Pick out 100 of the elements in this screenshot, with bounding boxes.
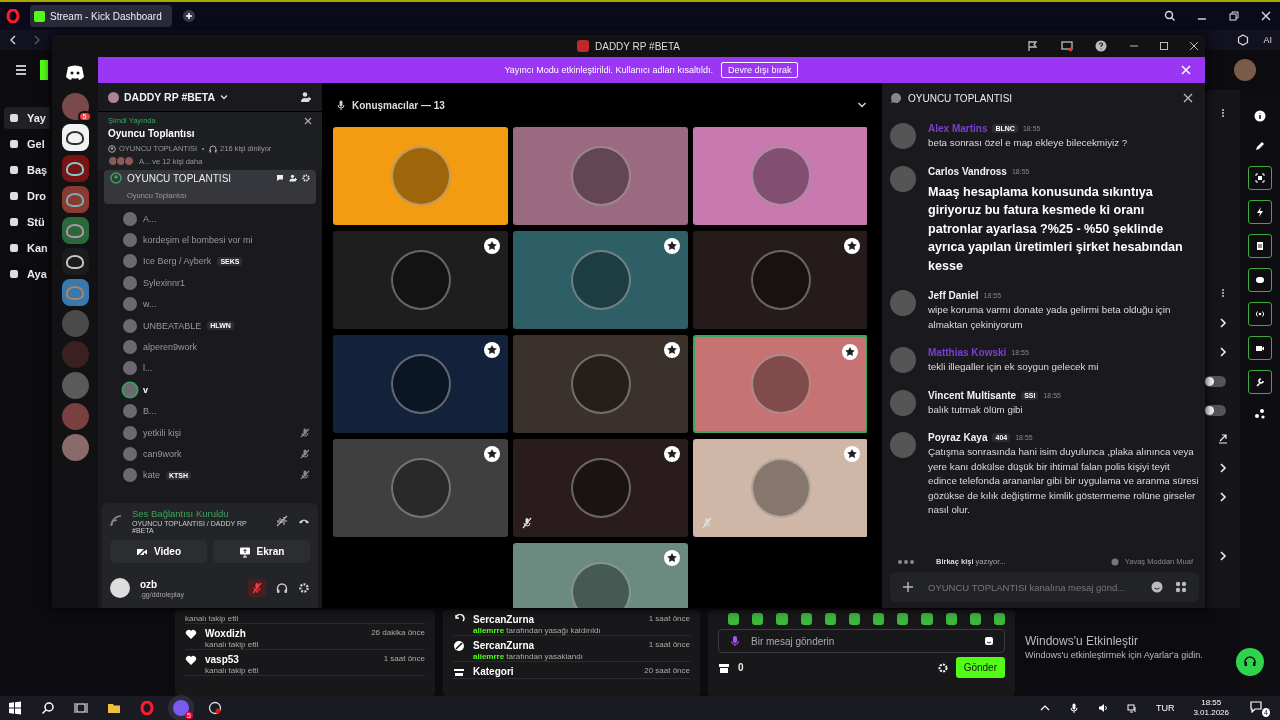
speaker-tile[interactable]	[513, 231, 688, 329]
help-icon[interactable]	[1095, 40, 1107, 52]
member-name[interactable]: kate	[143, 470, 160, 481]
add-user-icon[interactable]	[289, 174, 297, 182]
back-icon[interactable]	[8, 35, 18, 45]
member-avatar[interactable]	[123, 318, 137, 333]
server-icon[interactable]	[61, 186, 89, 213]
lightning-button[interactable]	[1248, 200, 1272, 224]
member-avatar[interactable]	[123, 211, 137, 226]
profile-avatar[interactable]	[1234, 59, 1256, 81]
server-icon[interactable]	[61, 248, 89, 275]
search-icon[interactable]	[41, 701, 55, 715]
server-icon[interactable]	[61, 279, 89, 306]
speaker-tile[interactable]	[333, 439, 508, 537]
speaker-tile[interactable]	[333, 231, 508, 329]
browser-tab[interactable]: Stream - Kick Dashboard	[30, 5, 172, 27]
speaker-tile[interactable]	[693, 335, 867, 433]
message-author[interactable]: Poyraz Kaya	[928, 432, 988, 443]
server-name[interactable]: DADDY RP #BETA	[124, 91, 216, 103]
member-avatar[interactable]	[123, 254, 137, 269]
speaker-tile[interactable]	[513, 335, 688, 433]
member-name[interactable]: UNBEATABLE	[143, 320, 202, 331]
clock-time[interactable]: 18:55	[1201, 698, 1222, 708]
server-icon[interactable]	[61, 217, 89, 244]
emote-icon[interactable]	[921, 613, 933, 625]
sidebar-item[interactable]: Kan	[4, 237, 50, 259]
speaker-tile[interactable]	[333, 335, 508, 433]
emote-icon[interactable]	[848, 613, 861, 625]
gauge-icon[interactable]	[208, 701, 222, 715]
member-name[interactable]: l...	[143, 363, 153, 374]
settings-icon[interactable]	[298, 582, 310, 594]
clock-date[interactable]: 3.01.2026	[1193, 708, 1229, 718]
chevron-down-icon[interactable]	[220, 93, 229, 101]
member-avatar[interactable]	[123, 447, 137, 461]
message-input[interactable]: OYUNCU TOPLANTISI kanalına mesaj gönd...	[926, 580, 1139, 594]
flag-icon[interactable]	[1027, 40, 1039, 52]
document-button[interactable]	[1248, 234, 1272, 258]
share-icon[interactable]	[1254, 408, 1266, 420]
disable-button[interactable]: Devre dışı bırak	[720, 62, 799, 78]
headphones-icon[interactable]	[276, 582, 288, 594]
microphone-toggle[interactable]	[248, 579, 266, 597]
send-button[interactable]: Gönder	[955, 657, 1005, 678]
chevron-right-icon[interactable]	[1217, 318, 1228, 328]
member-name[interactable]: v	[143, 384, 148, 395]
app-home-icon[interactable]	[65, 65, 85, 81]
member-name[interactable]: can9work	[143, 449, 182, 459]
new-tab-icon[interactable]	[181, 9, 196, 23]
scan-button[interactable]	[1248, 166, 1272, 190]
speaker-tile[interactable]	[513, 127, 688, 225]
speaker-tile[interactable]	[513, 439, 688, 537]
screen-icon[interactable]	[1061, 40, 1073, 52]
sidebar-item[interactable]: Baş	[4, 159, 50, 181]
chat-button[interactable]	[1248, 268, 1272, 292]
input-language[interactable]: TUR	[1155, 703, 1175, 713]
camera-button[interactable]	[1248, 336, 1272, 360]
member-avatar[interactable]	[123, 297, 137, 312]
emoji-icon[interactable]	[1151, 581, 1163, 593]
emote-icon[interactable]	[752, 613, 764, 625]
emote-icon[interactable]	[945, 613, 957, 625]
volume-icon[interactable]	[1097, 703, 1108, 713]
message-author[interactable]: Jeff Daniel	[928, 290, 979, 301]
speaker-tile[interactable]	[693, 127, 867, 225]
speaker-tile[interactable]	[333, 127, 508, 225]
chat-input-box[interactable]: Bir mesaj gönderin	[718, 629, 1005, 653]
add-user-icon[interactable]	[300, 91, 312, 103]
network-icon[interactable]	[1126, 703, 1137, 713]
pencil-icon[interactable]	[1254, 140, 1266, 152]
member-name[interactable]: B...	[143, 406, 157, 417]
member-avatar[interactable]	[123, 361, 137, 376]
microphone-icon[interactable]	[1068, 703, 1079, 713]
plus-icon[interactable]	[902, 581, 914, 593]
chat-input[interactable]: Bir mesaj gönderin	[749, 634, 976, 648]
forward-icon[interactable]	[32, 35, 42, 45]
speaker-tile[interactable]	[693, 439, 867, 537]
close-icon[interactable]	[1189, 41, 1199, 51]
emote-icon[interactable]	[969, 613, 981, 625]
apps-icon[interactable]	[1175, 581, 1187, 593]
server-icon[interactable]	[61, 124, 89, 151]
chevron-up-icon[interactable]	[1039, 703, 1050, 713]
emote-icon[interactable]	[897, 613, 909, 625]
emote-icon[interactable]	[873, 613, 885, 625]
video-button[interactable]: Video	[110, 540, 207, 563]
emote-icon[interactable]	[824, 613, 836, 625]
chevron-right-icon[interactable]	[1217, 551, 1228, 561]
emote-icon[interactable]	[728, 613, 740, 625]
broadcast-button[interactable]	[1248, 302, 1272, 326]
emote-icon[interactable]	[993, 613, 1006, 625]
noise-suppression-icon[interactable]	[276, 515, 288, 527]
folder-icon[interactable]	[107, 701, 121, 715]
member-name[interactable]: alperen9work	[143, 342, 198, 353]
sidebar-item[interactable]: Gel	[4, 133, 50, 155]
message-author[interactable]: Carlos Vandross	[928, 165, 1007, 177]
member-avatar[interactable]	[123, 425, 137, 440]
screen-share-button[interactable]: Ekran	[213, 540, 310, 563]
chevron-down-icon[interactable]	[857, 100, 867, 110]
menu-icon[interactable]	[14, 63, 28, 77]
sidebar-item[interactable]: Yay	[4, 107, 50, 129]
member-name[interactable]: Ice Berg / Ayberk	[143, 256, 212, 267]
sidebar-item[interactable]: Aya	[4, 263, 50, 285]
message-author[interactable]: Vincent Multisante	[928, 389, 1017, 401]
